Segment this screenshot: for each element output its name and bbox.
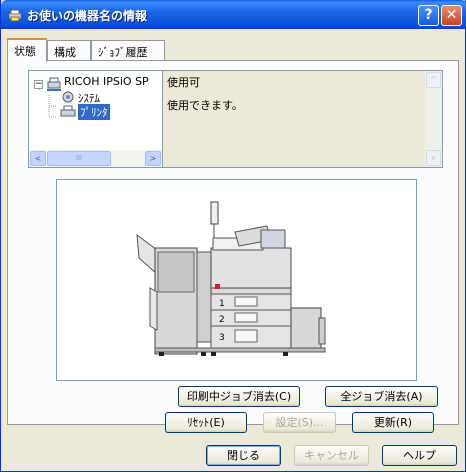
- tray-2-label: 2: [219, 315, 225, 325]
- printer-image-frame: 1 2 3: [56, 179, 417, 381]
- cancel-current-job-button[interactable]: 印刷中ジョブ消去(C): [178, 386, 300, 407]
- scroll-down-button[interactable]: v: [426, 150, 441, 166]
- status-box: 使用可 使用できます。 ^ v: [162, 70, 443, 168]
- tree-horizontal-scrollbar[interactable]: < III >: [29, 150, 162, 167]
- window-title: お使いの機器名の情報: [27, 9, 148, 23]
- tray-3-label: 3: [219, 333, 225, 343]
- tab-status[interactable]: 状態: [7, 38, 47, 62]
- tray-1-label: 1: [219, 299, 225, 309]
- help-button[interactable]: ヘルプ: [382, 445, 457, 466]
- title-help-button[interactable]: ?: [418, 5, 439, 26]
- tab-job-history[interactable]: ｼﾞｮﾌﾞ履歴: [91, 40, 165, 61]
- printer-info-dialog: お使いの機器名の情報 ? ✕ 状態 構成 ｼﾞｮﾌﾞ履歴 − RICOH IPS…: [0, 0, 466, 472]
- cancel-button[interactable]: キャンセル: [294, 445, 369, 466]
- printer-icon: [60, 105, 76, 117]
- system-icon: [62, 91, 74, 103]
- status-vertical-scrollbar[interactable]: ^ v: [425, 71, 442, 167]
- tree-item-printer[interactable]: ﾌﾟﾘﾝﾀ: [78, 104, 110, 120]
- scroll-right-button[interactable]: >: [145, 151, 161, 166]
- cancel-all-jobs-button[interactable]: 全ジョブ消去(A): [325, 386, 438, 407]
- title-bar[interactable]: お使いの機器名の情報 ? ✕: [1, 0, 466, 29]
- printer-info-icon: [8, 9, 22, 22]
- scroll-left-button[interactable]: <: [30, 151, 46, 166]
- printer-illustration: 1 2 3: [136, 201, 326, 356]
- tab-configuration[interactable]: 構成: [47, 40, 91, 61]
- scroll-up-button[interactable]: ^: [426, 72, 441, 88]
- tree-expander[interactable]: −: [34, 80, 43, 89]
- tree-root-label[interactable]: RICOH IPSiO SP: [64, 75, 149, 88]
- status-title: 使用可: [167, 76, 200, 89]
- title-close-button[interactable]: ✕: [441, 5, 462, 26]
- close-button[interactable]: 閉じる: [206, 445, 281, 466]
- reset-button[interactable]: ﾘｾｯﾄ(E): [165, 412, 247, 433]
- settings-button[interactable]: 設定(S)...: [263, 412, 336, 433]
- scroll-thumb[interactable]: III: [47, 151, 111, 166]
- status-message: 使用できます。: [167, 99, 243, 112]
- refresh-button[interactable]: 更新(R): [352, 412, 434, 433]
- device-tree[interactable]: − RICOH IPSiO SP ｼｽﾃﾑ ﾌﾟﾘﾝﾀ < III >: [28, 70, 163, 168]
